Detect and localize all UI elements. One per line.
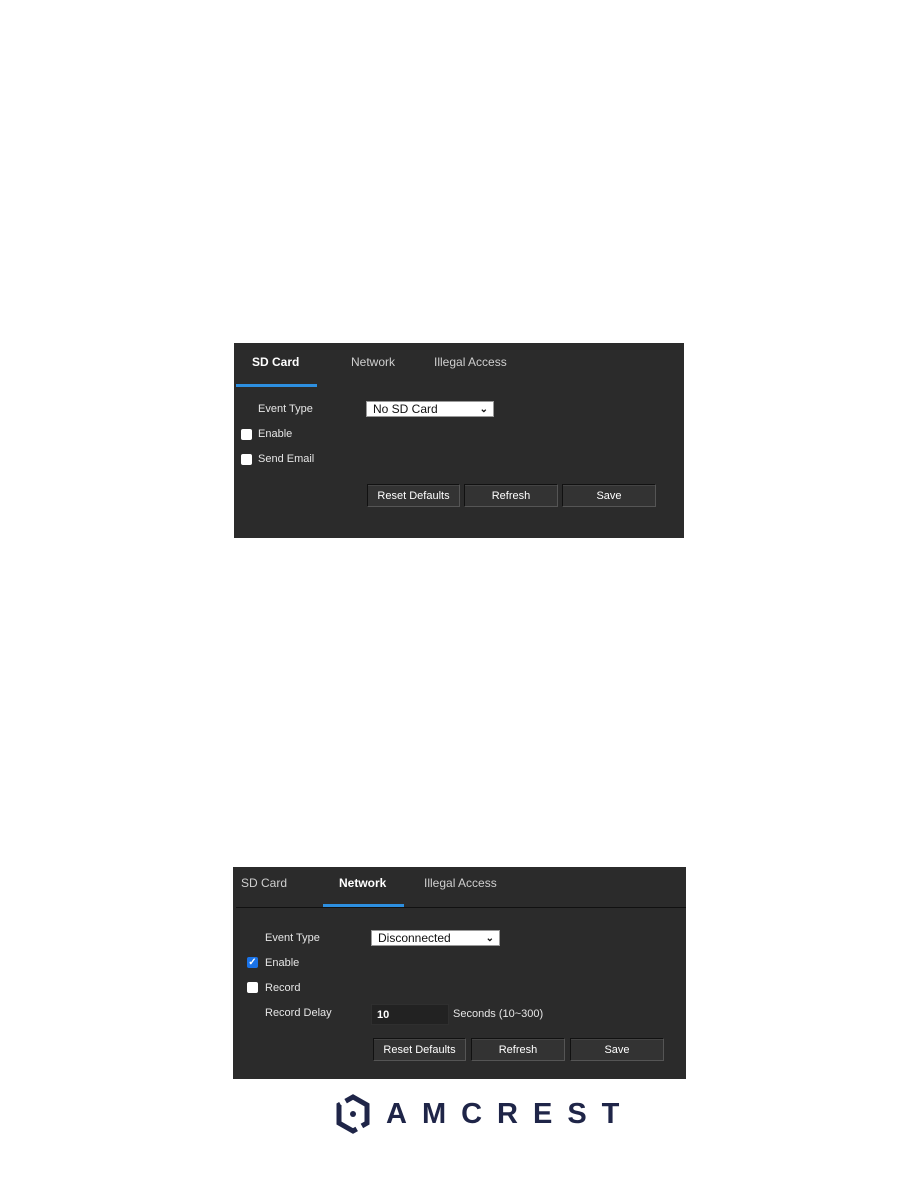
record-label: Record [265,982,301,994]
tab-divider [236,907,686,908]
save-button[interactable]: Save [562,484,656,507]
send-email-checkbox[interactable] [241,454,252,465]
tab-sd-card[interactable]: SD Card [241,876,287,890]
save-button[interactable]: Save [570,1038,664,1061]
enable-checkbox[interactable]: ✓ [247,957,258,968]
logo-text: AMCREST [386,1097,635,1130]
checkmark-icon: ✓ [248,957,257,968]
tab-illegal-access[interactable]: Illegal Access [434,355,507,369]
send-email-label: Send Email [258,453,315,465]
sd-card-settings-panel: SD Card Network Illegal Access Event Typ… [234,343,684,538]
event-type-value: No SD Card [373,402,438,416]
amcrest-hexagon-icon [336,1094,370,1134]
tab-illegal-access[interactable]: Illegal Access [424,876,497,890]
reset-defaults-button[interactable]: Reset Defaults [373,1038,466,1061]
event-type-select[interactable]: Disconnected ⌄ [371,930,500,946]
enable-label: Enable [265,957,300,969]
record-delay-unit: Seconds (10~300) [453,1008,544,1020]
amcrest-logo: AMCREST [336,1094,634,1134]
enable-label: Enable [258,428,293,440]
tab-sd-card[interactable]: SD Card [252,355,299,369]
record-checkbox[interactable] [247,982,258,993]
record-delay-label: Record Delay [265,1007,332,1019]
event-type-label: Event Type [265,932,320,944]
tab-network[interactable]: Network [339,876,386,890]
chevron-down-icon: ⌄ [485,933,494,944]
event-type-value: Disconnected [378,931,451,945]
refresh-button[interactable]: Refresh [464,484,558,507]
event-type-label: Event Type [258,403,313,415]
event-type-select[interactable]: No SD Card ⌄ [366,401,494,417]
active-tab-indicator [236,384,317,387]
network-settings-panel: SD Card Network Illegal Access Event Typ… [233,867,686,1079]
refresh-button[interactable]: Refresh [471,1038,565,1061]
chevron-down-icon: ⌄ [479,404,488,415]
reset-defaults-button[interactable]: Reset Defaults [367,484,460,507]
enable-checkbox[interactable] [241,429,252,440]
record-delay-input[interactable]: 10 [371,1004,449,1025]
tab-network[interactable]: Network [351,355,395,369]
